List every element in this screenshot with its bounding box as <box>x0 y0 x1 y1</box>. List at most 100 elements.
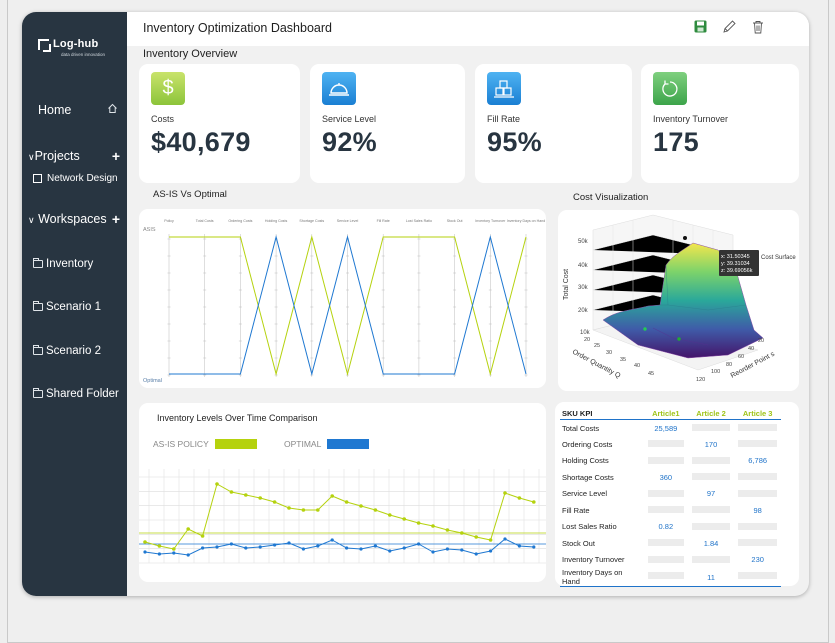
optimal-point <box>172 551 176 555</box>
sidebar-item-projects[interactable]: ∨Projects + <box>28 148 120 164</box>
optimal-point <box>445 547 449 551</box>
cost-viz-title: Cost Visualization <box>573 192 649 203</box>
cell-placeholder-bar <box>691 424 731 431</box>
optimal-point <box>201 546 205 550</box>
kpi-label: Service Level <box>322 114 377 124</box>
boxes-icon <box>487 72 521 105</box>
table-cell <box>644 453 688 470</box>
service-bell-icon <box>322 72 356 105</box>
sidebar-item-label: Shared Folder <box>46 388 119 400</box>
sidebar-item-workspaces[interactable]: ∨ Workspaces + <box>28 211 120 227</box>
tooltip-y: y: 39.31034 <box>721 261 750 267</box>
table-cell <box>734 486 781 503</box>
brand-name: Log-hub <box>53 38 99 50</box>
asis-point <box>215 482 219 486</box>
logo-icon <box>38 39 51 52</box>
sidebar-item-scenario-1[interactable]: Scenario 1 <box>33 301 138 313</box>
optimal-point <box>301 547 305 551</box>
row-label: Inventory Turnover <box>562 555 625 565</box>
optimal-point <box>474 552 478 556</box>
logo: Log-hub data driven innovation <box>38 38 105 57</box>
optimal-point <box>273 543 277 547</box>
axis-dimension-label: Ordering Costs <box>228 219 252 223</box>
asis-point <box>402 517 407 521</box>
asis-point <box>532 500 536 504</box>
cell-placeholder-bar <box>648 506 684 513</box>
optimal-point <box>143 550 147 554</box>
axis-dimension-label: Shortage Costs <box>299 219 324 223</box>
add-workspace-icon[interactable]: + <box>112 211 120 227</box>
optimal-point <box>373 544 377 548</box>
cell-placeholder-bar <box>648 555 684 563</box>
asis-point <box>301 508 306 512</box>
table-row: Service Level 97 <box>560 486 781 503</box>
chevron-down-icon: ∨ <box>28 152 35 162</box>
cell-placeholder-bar <box>691 522 731 530</box>
refresh-icon <box>653 72 687 105</box>
table-row: Total Costs 25,589 <box>560 420 781 437</box>
kpi-label: Inventory Turnover <box>653 114 729 124</box>
table-cell <box>644 568 688 587</box>
home-icon <box>107 103 118 117</box>
page-title: Inventory Optimization Dashboard <box>143 21 332 35</box>
table-cell <box>734 436 781 453</box>
table-cell <box>644 535 688 552</box>
save-icon[interactable] <box>694 20 708 34</box>
table-cell <box>688 469 735 486</box>
q-tick: 40 <box>634 363 640 369</box>
overview-title: Inventory Overview <box>143 48 238 60</box>
asis-point <box>359 504 363 508</box>
sidebar-item-home[interactable]: Home <box>38 103 118 117</box>
z-tick: 30k <box>578 285 589 291</box>
row-label: Inventory Days on Hand <box>560 568 644 587</box>
table-cell: 6,786 <box>734 453 781 470</box>
main-content: Inventory Optimization Dashboard Invento… <box>127 12 809 596</box>
parallel-coordinates-plot: Policy Total Costs Ordering Costs Holding C… <box>143 219 546 384</box>
table-cell <box>644 502 688 519</box>
axis-dimension-label: Fill Rate <box>377 219 390 223</box>
trash-icon[interactable] <box>751 20 765 34</box>
table-cell <box>688 519 735 536</box>
sidebar-item-inventory[interactable]: Inventory <box>33 258 138 270</box>
checkbox-icon[interactable] <box>33 174 42 183</box>
kpi-label: Costs <box>151 114 175 124</box>
asis-point <box>488 538 493 542</box>
asis-point <box>258 496 262 500</box>
folder-icon <box>33 345 43 355</box>
cell-value: 230 <box>751 555 764 565</box>
table-row: Inventory Days on Hand 11 <box>560 568 781 587</box>
table-header-row: SKU KPI Article1 Article 2 Article 3 <box>560 408 781 420</box>
pencil-icon[interactable] <box>722 20 736 34</box>
kpi-card-service-level: Service Level 92% <box>310 64 465 183</box>
sidebar-item-shared-folder[interactable]: Shared Folder <box>33 388 138 400</box>
q-tick: 45 <box>648 371 654 377</box>
optimal-point <box>503 537 507 541</box>
cell-placeholder-bar <box>738 522 777 530</box>
s-tick: 20 <box>758 338 764 344</box>
asis-point <box>143 540 147 544</box>
sidebar-item-label: Home <box>38 103 72 117</box>
axis-dimension-label: Inventory Days on Hand <box>507 219 546 223</box>
tooltip-x: x: 31.50345 <box>721 254 750 260</box>
table-cell: 11 <box>687 568 735 587</box>
table-row: Ordering Costs 170 <box>560 436 781 453</box>
header-bar: Inventory Optimization Dashboard <box>127 12 809 46</box>
table-cell <box>644 486 688 503</box>
sku-kpi-table: SKU KPI Article1 Article 2 Article 3 Tot… <box>560 408 781 587</box>
table-cell: 25,589 <box>644 420 688 437</box>
sidebar-item-network-design[interactable]: Network Design <box>33 173 138 184</box>
axis-dimension-label: Lost Sales Ratio <box>406 219 432 223</box>
asis-vs-optimal-chart: Policy Total Costs Ordering Costs Holding C… <box>139 209 546 388</box>
asis-point <box>503 491 507 495</box>
add-project-icon[interactable]: + <box>112 148 120 164</box>
cell-placeholder-bar <box>648 440 684 447</box>
optimal-point <box>417 542 421 546</box>
sidebar-item-scenario-2[interactable]: Scenario 2 <box>33 345 138 357</box>
s-tick: 80 <box>726 362 732 368</box>
q-tick: 25 <box>594 343 600 349</box>
table-cell: 0.82 <box>644 519 688 536</box>
column-header: SKU KPI <box>560 408 644 420</box>
optimal-point <box>258 545 262 549</box>
kpi-value: $40,679 <box>151 127 251 157</box>
cell-value: 11 <box>707 572 715 582</box>
